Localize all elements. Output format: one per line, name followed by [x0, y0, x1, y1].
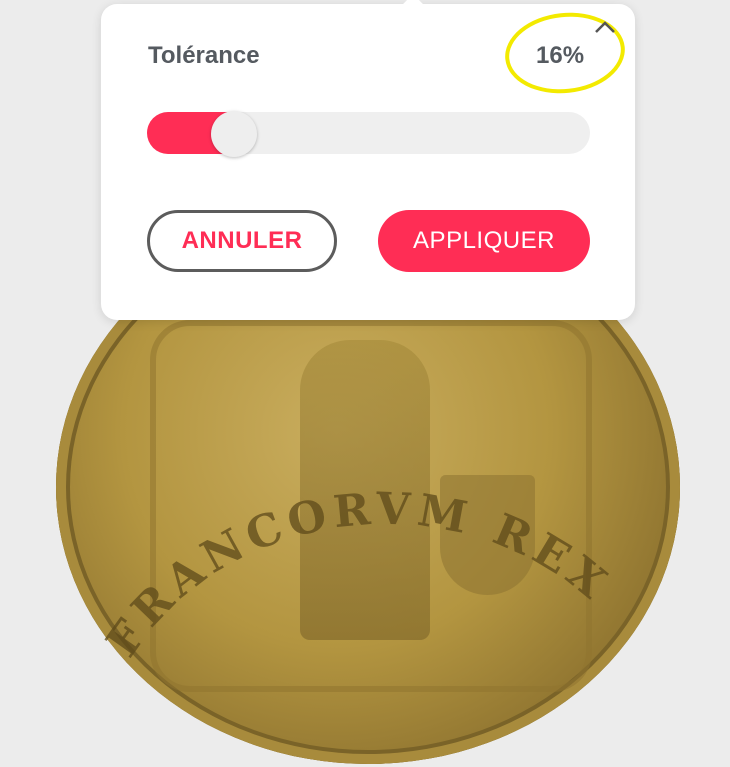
chevron-up-icon[interactable] [593, 18, 617, 36]
tolerance-popup: Tolérance 16% ANNULER APPLIQUER [101, 0, 635, 320]
tolerance-title: Tolérance [148, 42, 260, 69]
tolerance-slider[interactable] [147, 111, 590, 157]
cancel-button[interactable]: ANNULER [147, 210, 337, 272]
popup-pointer [403, 0, 423, 14]
coin-legend-text: FRANCORVM REX [97, 483, 614, 666]
svg-text:FRANCORVM REX: FRANCORVM REX [97, 483, 620, 666]
apply-button[interactable]: APPLIQUER [378, 210, 590, 272]
slider-thumb[interactable] [211, 111, 257, 157]
